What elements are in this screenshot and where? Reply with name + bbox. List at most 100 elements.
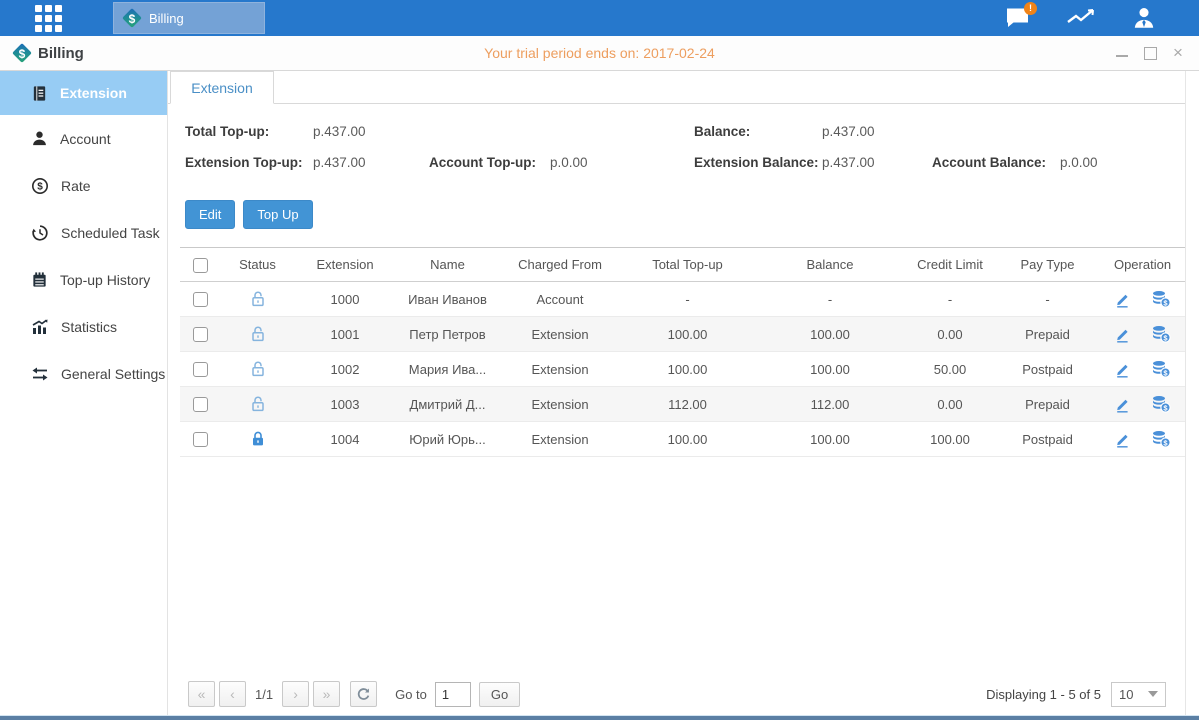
page-size-dropdown[interactable]: 10 — [1111, 682, 1166, 707]
clock-icon — [31, 224, 49, 242]
sidebar-item-topup-history[interactable]: Top-up History — [0, 256, 167, 303]
table-row: 1002 Мария Ива... Extension 100.00 100.0… — [180, 352, 1185, 387]
edit-icon[interactable] — [1114, 291, 1131, 308]
balance-value: p.437.00 — [822, 124, 875, 139]
go-button[interactable]: Go — [479, 682, 520, 707]
cell-total-topup: 112.00 — [620, 387, 755, 422]
cell-charged-from: Extension — [500, 387, 620, 422]
col-charged-from: Charged From — [500, 248, 620, 282]
cell-pay-type: Postpaid — [995, 352, 1100, 387]
maximize-button[interactable] — [1143, 46, 1157, 60]
cell-total-topup: - — [620, 282, 755, 317]
col-operation: Operation — [1100, 248, 1185, 282]
window-titlebar: $ Billing Your trial period ends on: 201… — [0, 36, 1199, 71]
cell-balance: 100.00 — [755, 317, 905, 352]
cell-name: Мария Ива... — [395, 352, 500, 387]
cell-pay-type: - — [995, 282, 1100, 317]
account-topup-value: p.0.00 — [550, 155, 588, 170]
ledger-icon — [31, 85, 48, 102]
chat-icon[interactable]: ! — [1003, 4, 1033, 32]
cell-pay-type: Prepaid — [995, 387, 1100, 422]
extension-balance-label: Extension Balance: — [694, 155, 819, 170]
displaying-text: Displaying 1 - 5 of 5 — [986, 687, 1101, 702]
tab-extension[interactable]: Extension — [170, 71, 274, 104]
sidebar-item-label: Extension — [60, 85, 127, 101]
account-topup-label: Account Top-up: — [429, 155, 536, 170]
edit-button[interactable]: Edit — [185, 200, 235, 229]
sidebar-item-general-settings[interactable]: General Settings — [0, 350, 167, 397]
person-icon — [31, 130, 48, 147]
row-checkbox[interactable] — [193, 292, 208, 307]
page-indicator: 1/1 — [255, 687, 273, 702]
edit-icon[interactable] — [1114, 431, 1131, 448]
cell-charged-from: Extension — [500, 317, 620, 352]
status-unlocked-icon[interactable] — [249, 360, 267, 378]
status-locked-icon[interactable] — [249, 430, 267, 448]
cell-balance: 112.00 — [755, 387, 905, 422]
status-unlocked-icon[interactable] — [249, 325, 267, 343]
apps-grid-icon[interactable] — [35, 5, 65, 31]
total-topup-label: Total Top-up: — [185, 124, 269, 139]
next-page-button[interactable]: › — [282, 681, 309, 707]
sidebar-item-rate[interactable]: $ Rate — [0, 162, 167, 209]
account-balance-label: Account Balance: — [932, 155, 1046, 170]
balance-label: Balance: — [694, 124, 750, 139]
cell-credit-limit: 0.00 — [905, 317, 995, 352]
sidebar-item-label: Statistics — [61, 319, 117, 335]
taskbar-tab-billing[interactable]: $ Billing — [113, 2, 265, 34]
tab-bar: Extension — [168, 71, 1185, 104]
cell-credit-limit: - — [905, 282, 995, 317]
topup-coins-icon[interactable]: $ — [1151, 290, 1171, 308]
cell-pay-type: Prepaid — [995, 317, 1100, 352]
select-all-checkbox[interactable] — [193, 258, 208, 273]
minimize-button[interactable] — [1115, 46, 1129, 60]
prev-page-button[interactable]: ‹ — [219, 681, 246, 707]
last-page-button[interactable]: » — [313, 681, 340, 707]
row-checkbox[interactable] — [193, 397, 208, 412]
row-checkbox[interactable] — [193, 362, 208, 377]
cell-total-topup: 100.00 — [620, 352, 755, 387]
col-extension: Extension — [295, 248, 395, 282]
cell-extension: 1002 — [295, 352, 395, 387]
col-pay-type: Pay Type — [995, 248, 1100, 282]
exchange-arrows-icon — [31, 365, 49, 383]
extension-table: Status Extension Name Charged From Total… — [180, 247, 1185, 457]
topup-coins-icon[interactable]: $ — [1151, 430, 1171, 448]
sidebar-item-extension[interactable]: Extension — [0, 71, 167, 115]
cell-total-topup: 100.00 — [620, 422, 755, 457]
sidebar-item-label: Rate — [61, 178, 91, 194]
billing-diamond-icon: $ — [12, 43, 32, 63]
topup-button[interactable]: Top Up — [243, 200, 312, 229]
cell-credit-limit: 0.00 — [905, 387, 995, 422]
edit-icon[interactable] — [1114, 326, 1131, 343]
sidebar: Extension Account $ Rate Scheduled Task — [0, 71, 168, 715]
first-page-button[interactable]: « — [188, 681, 215, 707]
window-title: $ Billing — [12, 43, 84, 63]
goto-page-input[interactable] — [435, 682, 471, 707]
cell-charged-from: Account — [500, 282, 620, 317]
edit-icon[interactable] — [1114, 361, 1131, 378]
window-bottom-border — [0, 715, 1199, 720]
cell-name: Дмитрий Д... — [395, 387, 500, 422]
cell-charged-from: Extension — [500, 352, 620, 387]
sidebar-item-account[interactable]: Account — [0, 115, 167, 162]
status-unlocked-icon[interactable] — [249, 290, 267, 308]
topup-coins-icon[interactable]: $ — [1151, 325, 1171, 343]
close-button[interactable]: × — [1171, 46, 1185, 60]
cell-pay-type: Postpaid — [995, 422, 1100, 457]
notebook-icon — [31, 271, 48, 288]
sidebar-item-scheduled-task[interactable]: Scheduled Task — [0, 209, 167, 256]
col-credit-limit: Credit Limit — [905, 248, 995, 282]
topup-coins-icon[interactable]: $ — [1151, 395, 1171, 413]
sidebar-item-statistics[interactable]: Statistics — [0, 303, 167, 350]
edit-icon[interactable] — [1114, 396, 1131, 413]
status-unlocked-icon[interactable] — [249, 395, 267, 413]
row-checkbox[interactable] — [193, 327, 208, 342]
trial-notice: Your trial period ends on: 2017-02-24 — [0, 45, 1199, 61]
trend-chart-icon[interactable] — [1066, 4, 1096, 32]
table-row: 1003 Дмитрий Д... Extension 112.00 112.0… — [180, 387, 1185, 422]
topup-coins-icon[interactable]: $ — [1151, 360, 1171, 378]
user-icon[interactable] — [1129, 4, 1159, 32]
refresh-button[interactable] — [350, 681, 377, 707]
row-checkbox[interactable] — [193, 432, 208, 447]
